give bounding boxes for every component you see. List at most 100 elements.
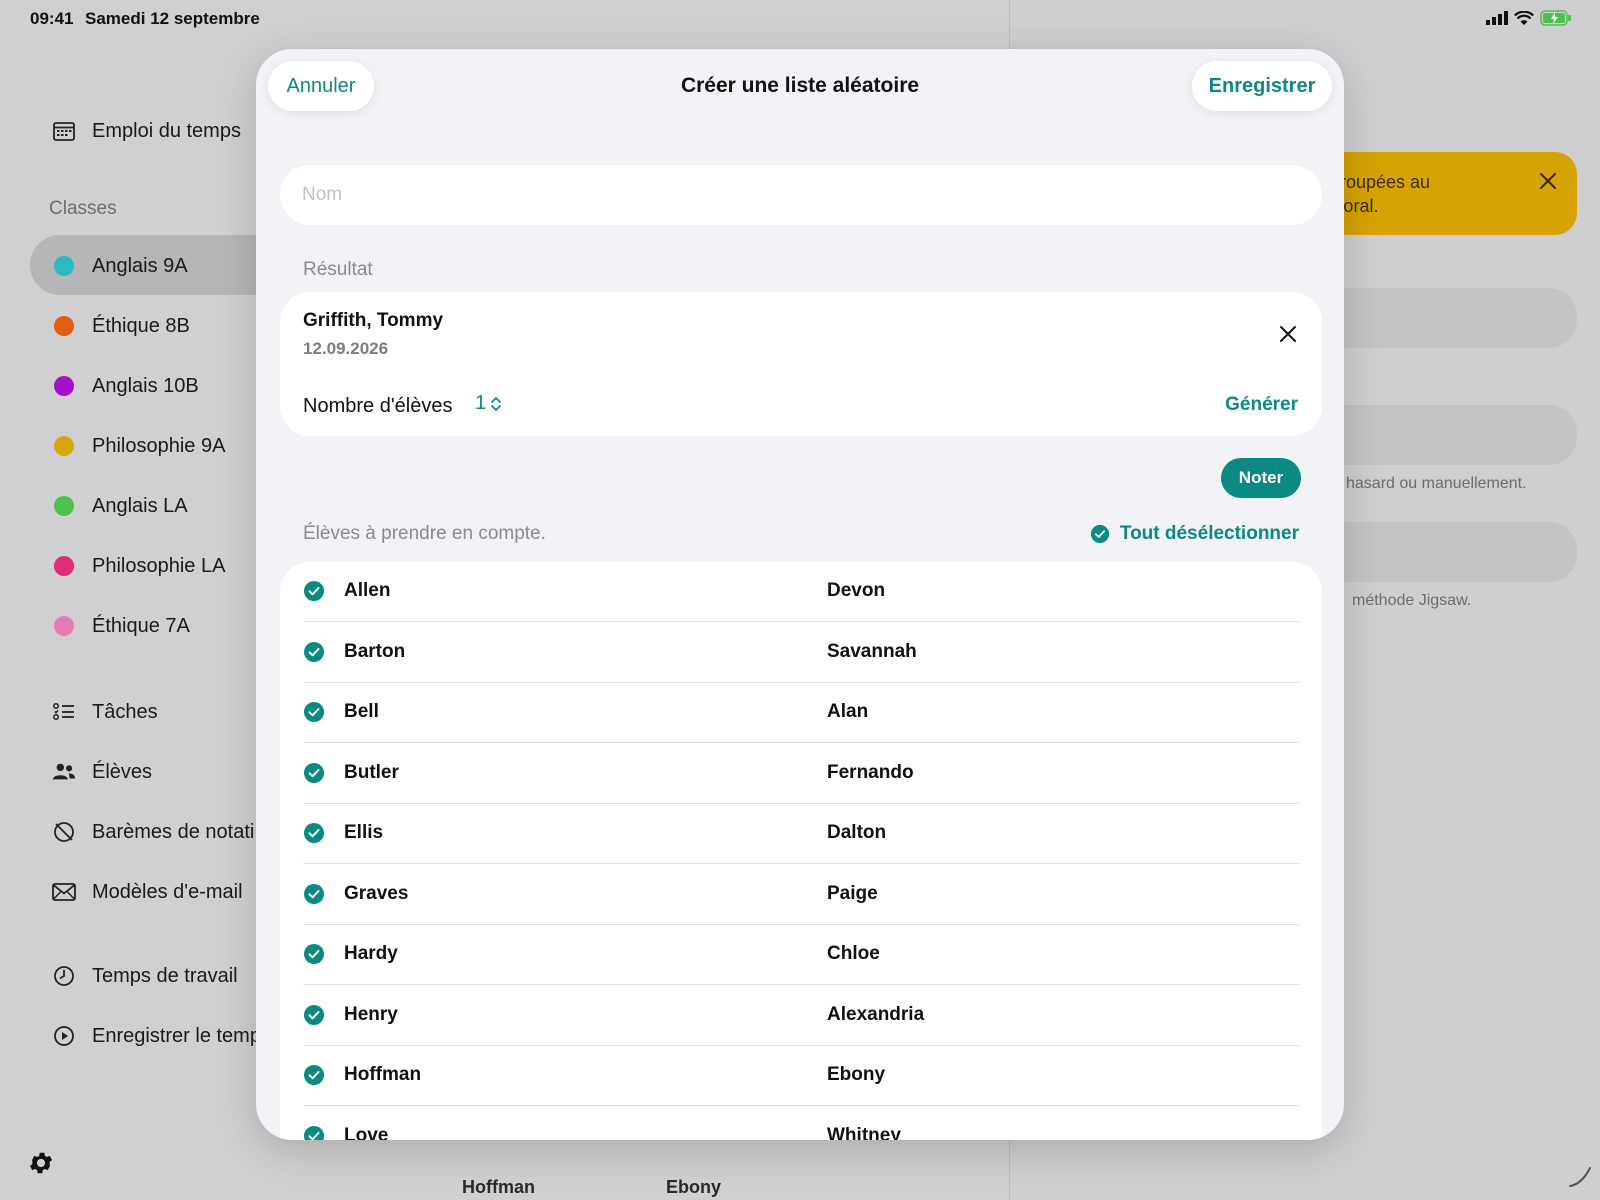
student-row[interactable]: Hoffman Ebony xyxy=(303,1046,1299,1106)
class-color-dot-icon xyxy=(52,374,76,398)
checkmark-circle-icon[interactable] xyxy=(303,580,325,602)
modal-title: Créer une liste aléatoire xyxy=(680,74,920,97)
sidebar-item-class[interactable]: Anglais 10B xyxy=(52,366,199,406)
student-last-name: Barton xyxy=(344,640,406,662)
student-row[interactable]: Love Whitney xyxy=(303,1107,1299,1141)
sidebar-item-label: Éthique 7A xyxy=(92,614,190,637)
sidebar-item-class[interactable]: Philosophie 9A xyxy=(52,426,225,466)
sidebar-item-class[interactable]: Anglais LA xyxy=(52,486,188,526)
sidebar-item-class[interactable]: Éthique 7A xyxy=(52,606,190,646)
play-circle-icon xyxy=(52,1024,76,1048)
students-list: Allen Devon Barton Savannah Bell Alan Butler Fe… xyxy=(280,562,1322,1140)
student-last-name: Love xyxy=(344,1124,389,1141)
student-count-value: 1 xyxy=(475,392,487,414)
sidebar-item-label: Philosophie LA xyxy=(92,554,226,577)
sidebar-item-class[interactable]: Anglais 9A xyxy=(52,246,188,286)
student-last-name: Allen xyxy=(344,580,391,601)
banner-close-icon[interactable] xyxy=(1537,170,1559,197)
sidebar-item-label: Temps de travail xyxy=(92,964,238,987)
deselect-all-label: Tout désélectionner xyxy=(1119,523,1299,544)
status-icons xyxy=(1486,10,1572,26)
checkmark-circle-icon[interactable] xyxy=(303,943,325,965)
calendar-icon xyxy=(52,119,76,143)
checkmark-circle-icon[interactable] xyxy=(303,701,325,723)
student-first-name: Alexandria xyxy=(827,1003,925,1025)
checkmark-circle-icon xyxy=(1090,524,1109,544)
background-note: hasard ou manuellement. xyxy=(1346,475,1527,492)
student-row[interactable]: Allen Devon xyxy=(303,562,1299,622)
checkmark-circle-icon[interactable] xyxy=(303,1064,325,1086)
tasks-icon xyxy=(52,700,76,724)
classes-section-title: Classes xyxy=(49,198,117,219)
result-date: 12.09.2026 xyxy=(303,339,389,358)
class-color-dot-icon xyxy=(52,434,76,458)
sidebar-item-label: Élèves xyxy=(92,760,153,783)
result-section-label: Résultat xyxy=(303,259,373,280)
sidebar-item-class[interactable]: Philosophie LA xyxy=(52,546,225,586)
checkmark-circle-icon[interactable] xyxy=(303,1004,325,1026)
background-row-first: Ebony xyxy=(666,1177,722,1197)
student-row[interactable]: Butler Fernando xyxy=(303,744,1299,804)
student-count-stepper[interactable]: 1 xyxy=(475,392,502,415)
deselect-all-button[interactable]: Tout désélectionner xyxy=(1090,523,1299,545)
sidebar-item-tool[interactable]: Modèles d'e-mail xyxy=(52,872,243,912)
name-input[interactable] xyxy=(280,165,1322,225)
checkmark-circle-icon[interactable] xyxy=(303,1125,325,1140)
class-color-dot-icon xyxy=(52,494,76,518)
status-date: Samedi 12 septembre xyxy=(85,9,260,28)
sidebar-item-tool[interactable]: Temps de travail xyxy=(52,956,238,996)
student-first-name: Savannah xyxy=(827,640,917,662)
sidebar-item-label: Anglais LA xyxy=(92,494,188,517)
student-row[interactable]: Barton Savannah xyxy=(303,623,1299,683)
sidebar-item-tool[interactable]: Enregistrer le temp xyxy=(52,1016,261,1056)
noter-button[interactable]: Noter xyxy=(1221,458,1301,498)
sidebar-item-schedule[interactable]: Emploi du temps xyxy=(52,111,241,151)
clock-icon xyxy=(52,964,76,988)
students-icon xyxy=(52,760,76,784)
sidebar-item-tool[interactable]: Tâches xyxy=(52,692,158,732)
class-color-dot-icon xyxy=(52,254,76,278)
sidebar-item-label: Barèmes de notati xyxy=(92,820,255,843)
class-color-dot-icon xyxy=(52,554,76,578)
student-row[interactable]: Ellis Dalton xyxy=(303,804,1299,864)
sidebar-item-label: Enregistrer le temp xyxy=(92,1024,261,1047)
info-banner-text: roupées au 'oral. xyxy=(1340,172,1431,216)
student-count-label: Nombre d'élèves xyxy=(303,395,453,417)
student-first-name: Chloe xyxy=(827,943,880,964)
sidebar-item-label: Anglais 10B xyxy=(92,374,199,397)
cellular-signal-icon xyxy=(1486,11,1508,25)
sidebar-item-class[interactable]: Éthique 8B xyxy=(52,306,190,346)
sidebar-item-label: Emploi du temps xyxy=(92,119,241,142)
background-row-last: Hoffman xyxy=(462,1177,535,1197)
envelope-icon xyxy=(52,880,76,904)
student-last-name: Butler xyxy=(344,761,399,783)
status-time: 09:41 xyxy=(30,9,74,28)
checkmark-circle-icon[interactable] xyxy=(303,762,325,784)
student-row[interactable]: Henry Alexandria xyxy=(303,986,1299,1046)
settings-gear-icon[interactable] xyxy=(27,1149,55,1182)
checkmark-circle-icon[interactable] xyxy=(303,822,325,844)
resize-handle-icon xyxy=(1569,1167,1591,1187)
result-card: Griffith, Tommy 12.09.2026 Nombre d'élèv… xyxy=(280,292,1322,436)
student-first-name: Devon xyxy=(827,580,886,601)
generate-button[interactable]: Générer xyxy=(1225,394,1298,416)
student-first-name: Dalton xyxy=(827,822,887,843)
student-first-name: Fernando xyxy=(827,761,914,783)
student-last-name: Henry xyxy=(344,1003,398,1025)
battery-charging-icon xyxy=(1540,10,1571,26)
remove-result-close-icon[interactable] xyxy=(1276,322,1300,346)
student-row[interactable]: Bell Alan xyxy=(303,683,1299,743)
sidebar-item-tool[interactable]: Barèmes de notati xyxy=(52,812,254,852)
result-student-name: Griffith, Tommy xyxy=(303,310,444,331)
student-row[interactable]: Hardy Chloe xyxy=(303,925,1299,985)
sidebar-item-label: Tâches xyxy=(92,700,158,723)
student-last-name: Hoffman xyxy=(344,1064,422,1085)
sidebar-item-label: Anglais 9A xyxy=(92,254,188,277)
status-bar: 09:41 Samedi 12 septembre xyxy=(0,0,1600,38)
student-first-name: Alan xyxy=(827,701,869,722)
sidebar-item-tool[interactable]: Élèves xyxy=(52,752,152,792)
checkmark-circle-icon[interactable] xyxy=(303,883,325,905)
student-row[interactable]: Graves Paige xyxy=(303,865,1299,925)
checkmark-circle-icon[interactable] xyxy=(303,641,325,663)
save-button[interactable]: Enregistrer xyxy=(1192,61,1332,111)
